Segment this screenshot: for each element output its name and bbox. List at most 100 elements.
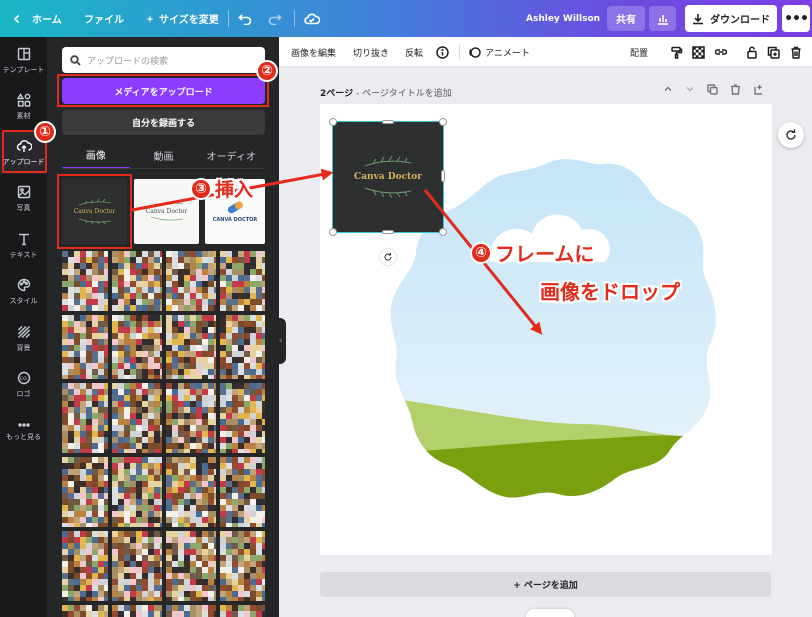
tab-audio[interactable]: オーディオ	[197, 141, 265, 169]
pixelated-thumbnail-tile	[214, 449, 216, 453]
search-icon	[70, 54, 81, 66]
copy-style-button[interactable]	[670, 37, 683, 67]
collapse-panel-handle[interactable]: ‹	[275, 318, 286, 364]
page-title-input[interactable]: ページタイトルを追加	[362, 89, 452, 99]
paint-roller-icon	[671, 46, 683, 59]
rail-item-logo[interactable]: CO. ロゴ	[0, 364, 47, 406]
rail-item-more[interactable]: もっと見る	[0, 411, 47, 453]
record-yourself-button[interactable]: 自分を録画する	[62, 110, 265, 135]
uploads-image-grid	[62, 251, 265, 617]
step-3-label: 挿入	[215, 179, 254, 201]
step-badge-4: ④	[470, 241, 492, 264]
leaf-branch-icon	[150, 202, 183, 207]
info-icon	[436, 45, 449, 59]
pixelated-thumbnail-tile	[104, 597, 108, 601]
leaf-branch-icon	[150, 216, 183, 221]
selected-image-element[interactable]: Canva Doctor	[332, 121, 444, 233]
add-page-label: + ページを追加	[513, 581, 578, 591]
thumb-logo-text: Canva Doctor	[145, 208, 188, 215]
home-button[interactable]: ホーム	[12, 0, 62, 37]
rotate-handle[interactable]	[380, 249, 396, 265]
resize-handle-top[interactable]	[382, 120, 394, 124]
pixelated-thumbnail-tile	[214, 375, 216, 379]
transparency-button[interactable]	[692, 37, 705, 67]
resize-handle-tl[interactable]	[329, 118, 337, 126]
more-options-button[interactable]: •••	[782, 5, 810, 32]
redo-button[interactable]	[268, 0, 282, 37]
duplicate-button[interactable]	[767, 37, 780, 67]
undo-button[interactable]	[238, 0, 252, 37]
chevron-up-icon[interactable]	[663, 84, 673, 94]
info-button[interactable]	[436, 37, 449, 67]
user-name[interactable]: Ashley Willson	[526, 0, 600, 37]
page-header[interactable]: 2ページ - ページタイトルを追加	[320, 86, 452, 99]
tab-videos[interactable]: 動画	[130, 141, 198, 169]
resize-button[interactable]: サイズを変更	[145, 0, 219, 37]
file-menu[interactable]: ファイル	[84, 0, 124, 37]
pixelated-thumbnail-tile	[262, 449, 265, 453]
lock-button[interactable]	[746, 37, 758, 67]
pixelated-thumbnail-tile	[262, 523, 265, 527]
photo-icon	[17, 185, 30, 199]
chevron-down-icon[interactable]	[685, 84, 695, 94]
divider	[294, 10, 295, 27]
design-page[interactable]: Canva Doctor	[320, 104, 772, 555]
edit-image-label: 画像を編集	[291, 48, 337, 59]
pixelated-thumbnail-tile	[214, 305, 216, 311]
tab-images[interactable]: 画像	[62, 141, 130, 169]
rail-item-styles[interactable]: スタイル	[0, 271, 47, 313]
pixelated-thumbnail-tile	[104, 375, 108, 379]
bottom-scroll-nub[interactable]	[526, 609, 574, 617]
download-button[interactable]: ダウンロード	[685, 5, 777, 32]
position-label: 配置	[630, 48, 649, 59]
duplicate-page-icon[interactable]	[707, 84, 718, 95]
divider	[459, 45, 460, 59]
rail-item-photos[interactable]: 写真	[0, 178, 47, 220]
animate-label: アニメート	[485, 48, 530, 59]
resize-label: サイズを変更	[159, 15, 219, 26]
rail-label: 素材	[16, 112, 31, 120]
cloud-save-status[interactable]	[304, 0, 320, 37]
resize-handle-tr[interactable]	[439, 118, 447, 126]
bar-chart-icon	[657, 14, 668, 25]
pixelated-thumbnail-tile	[160, 449, 162, 453]
file-label: ファイル	[84, 15, 124, 26]
more-label: •••	[784, 10, 809, 27]
resize-handle-bottom[interactable]	[382, 230, 394, 234]
upload-search-input[interactable]: アップロードの検索	[62, 47, 265, 73]
edit-image-button[interactable]: 画像を編集	[291, 37, 336, 67]
pixelated-thumbnail-tile	[262, 597, 265, 601]
regenerate-button[interactable]	[778, 122, 804, 148]
share-button[interactable]: 共有	[607, 6, 645, 31]
crop-button[interactable]: 切り抜き	[353, 37, 389, 67]
step-number: ②	[261, 63, 273, 79]
position-button[interactable]: 配置	[630, 37, 648, 67]
rail-item-templates[interactable]: テンプレート	[0, 40, 47, 82]
animate-button[interactable]: アニメート	[468, 37, 530, 67]
resize-handle-bl[interactable]	[329, 228, 337, 236]
resize-handle-br[interactable]	[439, 228, 447, 236]
search-placeholder: アップロードの検索	[87, 56, 169, 67]
refresh-plus-icon	[786, 129, 796, 140]
rotate-icon	[384, 253, 392, 261]
delete-button[interactable]	[790, 37, 802, 67]
rail-label: もっと見る	[6, 433, 41, 441]
add-page-button[interactable]: + ページを追加	[320, 572, 771, 597]
highlight-box-thumb	[57, 174, 132, 249]
step-4-label-line1: フレームに	[495, 242, 595, 266]
delete-page-icon[interactable]	[730, 84, 741, 95]
flip-button[interactable]: 反転	[405, 37, 423, 67]
pixelated-thumbnail-tile	[104, 523, 108, 527]
page-number-label: 2ページ	[320, 89, 354, 99]
tab-label: 動画	[153, 151, 174, 163]
rail-item-text[interactable]: テキスト	[0, 225, 47, 267]
pixelated-thumbnail-tile	[214, 597, 216, 601]
insights-button[interactable]	[649, 6, 676, 31]
top-bar: ホーム ファイル サイズを変更 Ashley Willson 共有 ダウンロード…	[0, 0, 812, 37]
rail-item-background[interactable]: 背景	[0, 318, 47, 360]
link-button[interactable]	[714, 37, 728, 67]
resize-handle-right[interactable]	[441, 170, 445, 182]
add-page-icon[interactable]	[753, 84, 764, 95]
logo-icon: CO.	[17, 371, 30, 385]
share-label: 共有	[616, 15, 636, 26]
